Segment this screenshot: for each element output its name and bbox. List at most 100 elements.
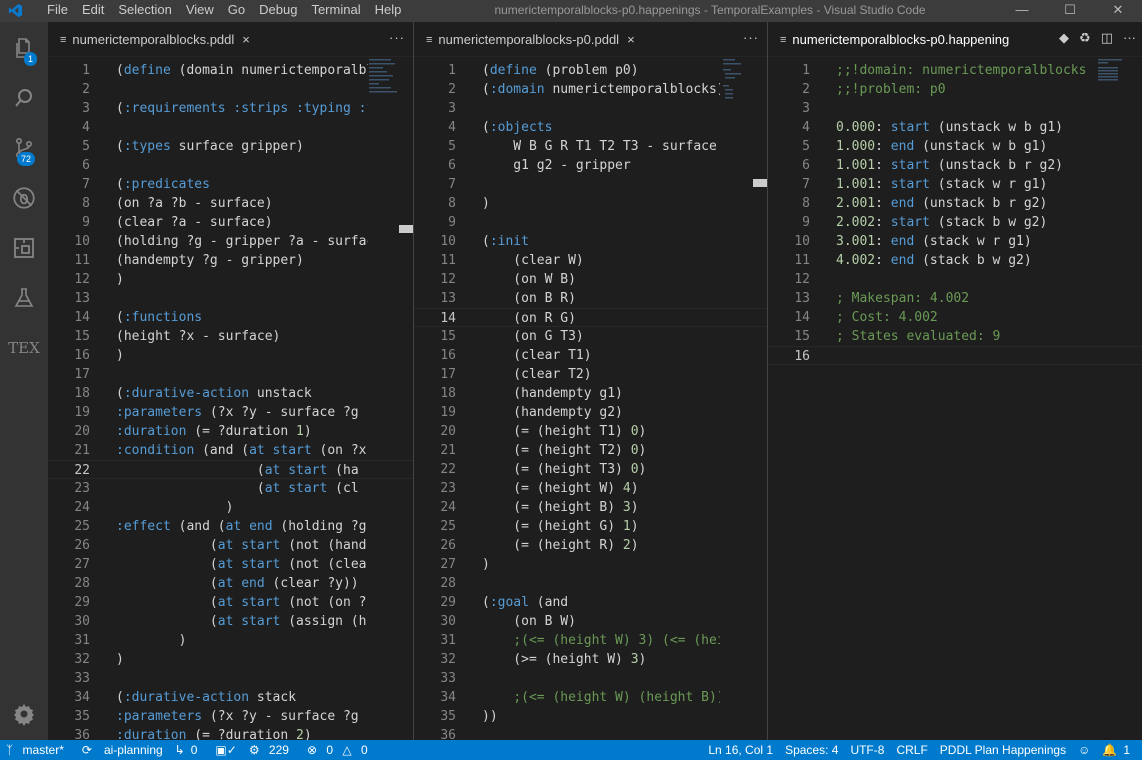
close-tab-icon[interactable]: ×: [627, 32, 635, 47]
code-editor[interactable]: 1 ;;!domain: numerictemporalblocks 2 ;;!pro…: [768, 57, 1142, 740]
menu-item-go[interactable]: Go: [221, 0, 252, 22]
code-line[interactable]: 5 (:types surface gripper): [48, 137, 413, 156]
code-line[interactable]: 7 (:predicates: [48, 175, 413, 194]
menu-item-terminal[interactable]: Terminal: [304, 0, 367, 22]
code-line[interactable]: 33: [414, 669, 767, 688]
cursor-position[interactable]: Ln 16, Col 1: [702, 740, 779, 760]
extensions-icon[interactable]: [0, 226, 48, 270]
code-editor[interactable]: 1 (define (domain numerictemporalbl 2 3 (:re…: [48, 57, 413, 740]
code-line[interactable]: 2 ;;!problem: p0: [768, 80, 1142, 99]
code-line[interactable]: 21:condition (and (at start (on ?x: [48, 441, 413, 460]
code-line[interactable]: 16): [48, 346, 413, 365]
code-line[interactable]: 13 (on B R): [414, 289, 767, 308]
code-line[interactable]: 31 ;(<= (height W) 3) (<= (hei: [414, 631, 767, 650]
code-line[interactable]: 12: [768, 270, 1142, 289]
code-line[interactable]: 4: [48, 118, 413, 137]
code-line[interactable]: 32 (>= (height W) 3): [414, 650, 767, 669]
code-line[interactable]: 4 (:objects: [414, 118, 767, 137]
code-line[interactable]: 35)): [414, 707, 767, 726]
code-line[interactable]: 22 (= (height T3) 0): [414, 460, 767, 479]
code-line[interactable]: 3 (:requirements :strips :typing :f: [48, 99, 413, 118]
code-line[interactable]: 2: [48, 80, 413, 99]
code-line[interactable]: 18 (:durative-action unstack: [48, 384, 413, 403]
code-line[interactable]: 10 3.001: end (stack w r g1): [768, 232, 1142, 251]
code-line[interactable]: 15 ; States evaluated: 9: [768, 327, 1142, 346]
encoding[interactable]: UTF-8: [844, 740, 890, 760]
debug-icon[interactable]: [0, 176, 48, 220]
menu-item-debug[interactable]: Debug: [252, 0, 304, 22]
code-line[interactable]: 32): [48, 650, 413, 669]
code-line[interactable]: 9 (clear ?a - surface): [48, 213, 413, 232]
code-line[interactable]: 28: [414, 574, 767, 593]
minimize-icon[interactable]: —: [998, 0, 1046, 22]
code-line[interactable]: 3: [768, 99, 1142, 118]
tab-happenings-file[interactable]: ≡ numerictemporalblocks-p0.happening: [768, 22, 1018, 57]
tab-domain-file[interactable]: ≡ numerictemporalblocks.pddl ×: [48, 22, 258, 57]
code-line[interactable]: 34 ;(<= (height W) (height B)): [414, 688, 767, 707]
more-actions-icon[interactable]: ···: [389, 30, 405, 45]
code-line[interactable]: 8 (on ?a ?b - surface): [48, 194, 413, 213]
code-line[interactable]: 36:duration (= ?duration 2): [48, 726, 413, 740]
code-line[interactable]: 33: [48, 669, 413, 688]
code-line[interactable]: 1 (define (problem p0): [414, 61, 767, 80]
notifications-bell-icon[interactable]: 🔔 1: [1096, 740, 1142, 760]
more-actions-icon[interactable]: ···: [743, 30, 759, 45]
code-line[interactable]: 14 (:functions: [48, 308, 413, 327]
pddl-diamond-icon[interactable]: ◆: [1059, 30, 1069, 46]
code-line[interactable]: 26 (= (height R) 2): [414, 536, 767, 555]
menu-item-view[interactable]: View: [179, 0, 221, 22]
sync-status[interactable]: ai-planning: [98, 740, 169, 760]
open-changes-icon[interactable]: ♻: [1079, 30, 1091, 46]
code-line[interactable]: 6 g1 g2 - gripper: [414, 156, 767, 175]
settings-gear-icon[interactable]: [0, 692, 48, 736]
code-line[interactable]: 2 (:domain numerictemporalblocks): [414, 80, 767, 99]
package-check-icon[interactable]: ▣✓: [209, 740, 242, 760]
code-line[interactable]: 20:duration (= ?duration 1): [48, 422, 413, 441]
code-line[interactable]: 14 ; Cost: 4.002: [768, 308, 1142, 327]
code-line[interactable]: 25 (= (height G) 1): [414, 517, 767, 536]
code-line[interactable]: 17 (clear T2): [414, 365, 767, 384]
code-line[interactable]: 1 ;;!domain: numerictemporalblocks: [768, 61, 1142, 80]
code-line[interactable]: 12): [48, 270, 413, 289]
code-line[interactable]: 24 ): [48, 498, 413, 517]
code-line[interactable]: 26 (at start (not (hand: [48, 536, 413, 555]
code-line[interactable]: 12 (on W B): [414, 270, 767, 289]
code-line[interactable]: 16 (clear T1): [414, 346, 767, 365]
code-line[interactable]: 8): [414, 194, 767, 213]
tex-icon[interactable]: TEX: [0, 326, 48, 370]
code-line[interactable]: 11 (handempty ?g - gripper): [48, 251, 413, 270]
code-line[interactable]: 7: [414, 175, 767, 194]
code-line[interactable]: 30 (on B W): [414, 612, 767, 631]
close-icon[interactable]: ✕: [1094, 0, 1142, 22]
code-line[interactable]: 19:parameters (?x ?y - surface ?g -: [48, 403, 413, 422]
code-line[interactable]: 10 (:init: [414, 232, 767, 251]
code-line[interactable]: 19 (handempty g2): [414, 403, 767, 422]
code-line[interactable]: 24 (= (height B) 3): [414, 498, 767, 517]
menu-item-selection[interactable]: Selection: [111, 0, 178, 22]
code-line[interactable]: 21 (= (height T2) 0): [414, 441, 767, 460]
code-line[interactable]: 3: [414, 99, 767, 118]
code-line[interactable]: 28 (at end (clear ?y)): [48, 574, 413, 593]
code-line[interactable]: 11 (clear W): [414, 251, 767, 270]
code-line[interactable]: 35:parameters (?x ?y - surface ?g -: [48, 707, 413, 726]
code-line[interactable]: 27): [414, 555, 767, 574]
code-line[interactable]: 11 4.002: end (stack b w g2): [768, 251, 1142, 270]
code-line[interactable]: 13: [48, 289, 413, 308]
code-line[interactable]: 23 (at start (cl: [48, 479, 413, 498]
close-tab-icon[interactable]: ×: [242, 32, 250, 47]
code-line[interactable]: 5 W B G R T1 T2 T3 - surface: [414, 137, 767, 156]
test-count[interactable]: ⚙ 229: [243, 740, 301, 760]
indentation[interactable]: Spaces: 4: [779, 740, 844, 760]
code-line[interactable]: 36: [414, 726, 767, 740]
search-icon[interactable]: [0, 76, 48, 120]
code-line[interactable]: 23 (= (height W) 4): [414, 479, 767, 498]
problems-indicator[interactable]: ⊗ 0 △ 0: [301, 740, 380, 760]
branch-indicator[interactable]: ᛉ master*: [0, 740, 76, 760]
code-line[interactable]: 16: [768, 346, 1142, 365]
code-line[interactable]: 29 (:goal (and: [414, 593, 767, 612]
feedback-smiley-icon[interactable]: ☺: [1072, 740, 1096, 760]
line-endings[interactable]: CRLF: [890, 740, 933, 760]
tab-problem-file[interactable]: ≡ numerictemporalblocks-p0.pddl ×: [414, 22, 643, 57]
code-line[interactable]: 20 (= (height T1) 0): [414, 422, 767, 441]
menu-item-file[interactable]: File: [40, 0, 75, 22]
